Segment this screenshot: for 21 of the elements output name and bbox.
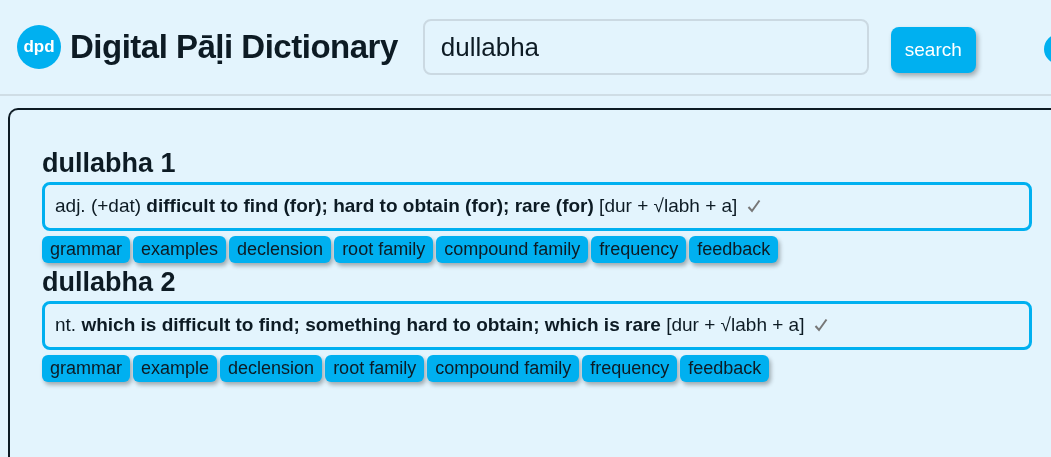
summary-text: adj. (+dat) difficult to find (for); hard to obtain (for); rare (for) [dur + √labh + a] bbox=[55, 195, 738, 216]
tab-button[interactable]: declension bbox=[220, 355, 323, 382]
tab-button[interactable]: examples bbox=[133, 236, 227, 263]
tab-button[interactable]: frequency bbox=[582, 355, 678, 382]
site-title: Digital Pāḷi Dictionary bbox=[70, 28, 398, 66]
tab-button[interactable]: grammar bbox=[42, 236, 130, 263]
tab-button[interactable]: frequency bbox=[591, 236, 687, 263]
tab-button[interactable]: example bbox=[133, 355, 218, 382]
tab-button[interactable]: feedback bbox=[689, 236, 779, 263]
tab-button[interactable]: root family bbox=[334, 236, 434, 263]
tab-button[interactable]: root family bbox=[325, 355, 425, 382]
headword: dullabha 2 bbox=[42, 267, 177, 297]
logo-icon: dpd bbox=[17, 25, 61, 69]
tab-button[interactable]: compound family bbox=[427, 355, 580, 382]
headword: dullabha 1 bbox=[42, 148, 177, 178]
tab-button[interactable]: compound family bbox=[436, 236, 589, 263]
search-field[interactable]: dullabha bbox=[422, 19, 869, 75]
summary-text: nt. which is difficult to find; something hard to obtain; which is rare [dur + √labh + a] bbox=[55, 314, 805, 335]
tab-button[interactable]: grammar bbox=[42, 355, 130, 382]
tab-button[interactable]: declension bbox=[229, 236, 332, 263]
tab-button[interactable]: feedback bbox=[680, 355, 770, 382]
